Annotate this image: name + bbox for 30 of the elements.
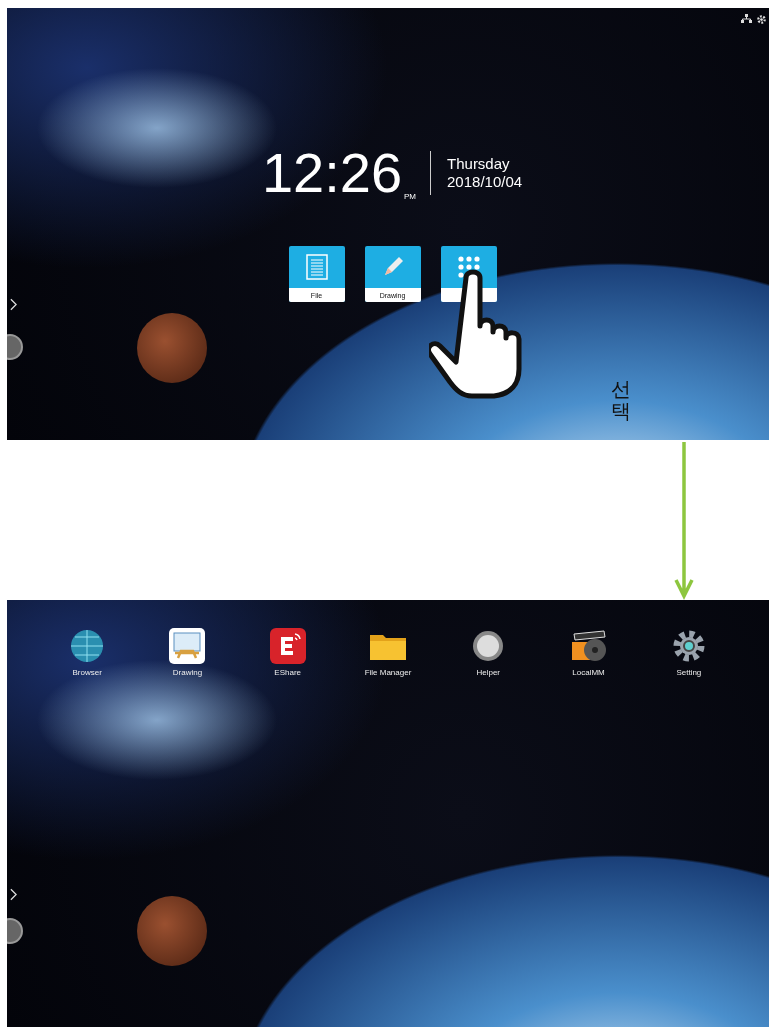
chevron-icon[interactable] [10, 888, 17, 901]
app-label: LocalMM [572, 668, 605, 677]
eshare-logo-icon [269, 628, 306, 664]
weekday-text: Thursday [447, 155, 511, 173]
app-label: Browser [72, 668, 102, 677]
app-launcher[interactable]: LocalMM [546, 628, 631, 677]
globe-icon [70, 628, 105, 664]
app-label: Drawing [172, 668, 203, 677]
document-icon [303, 254, 330, 280]
annotation-text: 선택 [611, 378, 631, 422]
app-launcher[interactable]: Setting [646, 628, 731, 677]
gear-icon [671, 628, 706, 664]
easel-icon [169, 628, 206, 664]
app-launcher[interactable]: Drawing [145, 628, 230, 677]
app-label: EShare [274, 668, 302, 677]
app-launcher[interactable]: Browser [45, 628, 130, 677]
chevron-icon[interactable] [10, 298, 17, 311]
network-icon[interactable] [741, 14, 752, 24]
app-label: Setting [676, 668, 702, 677]
app-launcher[interactable]: EShare [245, 628, 330, 677]
app-launcher[interactable]: Helper [446, 628, 531, 677]
round-button-icon [472, 628, 505, 664]
film-reel-icon [569, 628, 608, 664]
date-text: 2018/10/04 [447, 173, 523, 191]
app-label: Helper [476, 668, 501, 677]
app-launcher[interactable]: File Manager [346, 628, 430, 677]
clock-time: 12:26 [261, 145, 403, 201]
app-label: File Manager [364, 668, 412, 677]
clock-ampm: PM [404, 192, 417, 201]
settings-icon[interactable] [756, 14, 767, 25]
